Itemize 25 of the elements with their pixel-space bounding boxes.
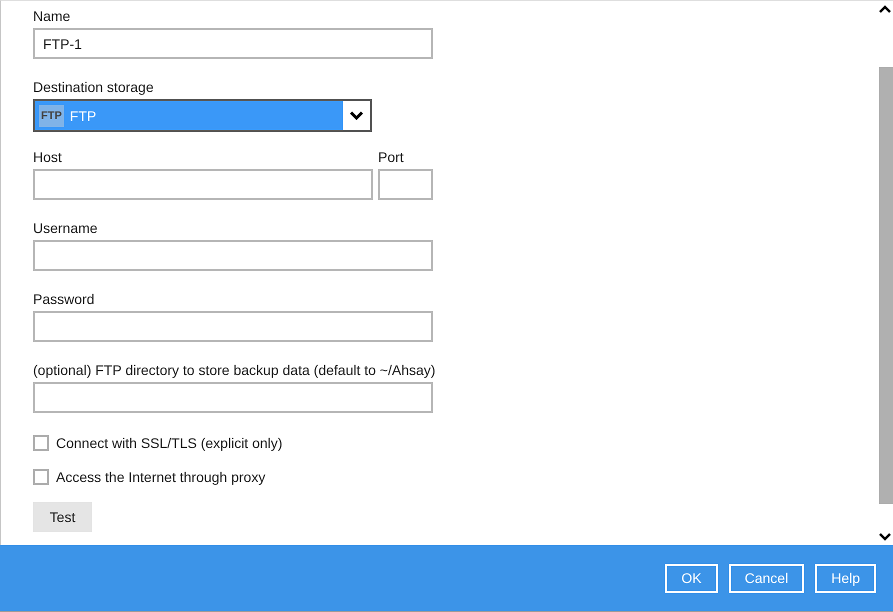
field-label: (optional) FTP directory to store backup data (default to ~/Ahsay) xyxy=(33,361,436,380)
scrollbar-thumb[interactable] xyxy=(879,67,893,504)
scroll-up-icon[interactable] xyxy=(879,5,891,13)
port-field[interactable] xyxy=(378,169,433,200)
chevron-down-icon xyxy=(350,111,363,120)
field-label: Port xyxy=(378,148,405,167)
ftp-badge: FTP xyxy=(39,104,64,126)
checkbox[interactable] xyxy=(33,434,49,450)
checkbox[interactable] xyxy=(33,468,49,484)
host-field[interactable] xyxy=(33,169,373,200)
password-field[interactable] xyxy=(33,311,433,342)
dropdown-value: FTP xyxy=(70,108,96,124)
field-label: Password xyxy=(33,290,96,309)
checkbox-label[interactable]: Access the Internet through proxy xyxy=(56,468,266,484)
username-field[interactable] xyxy=(33,240,433,271)
name-field[interactable]: FTP-1 xyxy=(33,28,433,59)
storage-dropdown[interactable]: FTP FTP xyxy=(33,99,372,132)
field-label: Name xyxy=(33,7,72,26)
field-label: Host xyxy=(33,148,63,167)
checkbox-label[interactable]: Connect with SSL/TLS (explicit only) xyxy=(56,434,282,450)
field-label: Username xyxy=(33,219,99,238)
scroll-down-icon[interactable] xyxy=(879,533,891,541)
field-label: Destination storage xyxy=(33,78,155,97)
test-button[interactable]: Test xyxy=(33,502,92,532)
directory-field[interactable] xyxy=(33,382,433,413)
